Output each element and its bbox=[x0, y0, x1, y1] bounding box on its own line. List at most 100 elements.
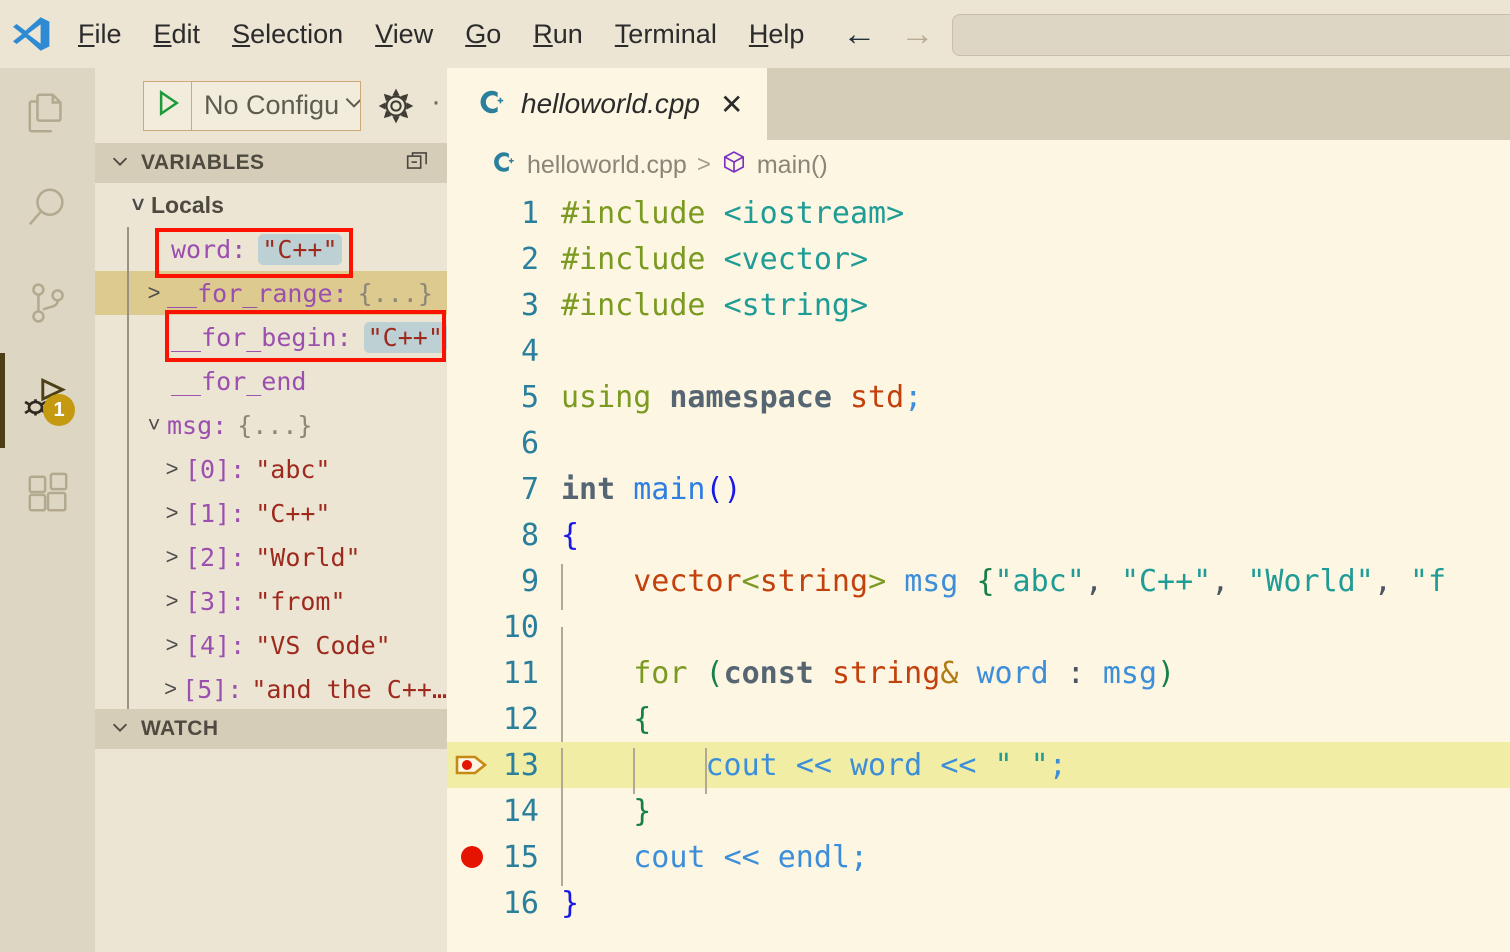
chevron-right-icon[interactable]: ˃ bbox=[159, 588, 185, 614]
line-text: #include <vector> bbox=[561, 241, 869, 277]
line-text: #include <string> bbox=[561, 287, 869, 323]
line-number: 1 bbox=[520, 195, 539, 231]
code-line-5[interactable]: 5 using namespace std; bbox=[447, 374, 1510, 420]
variable-row-msg-2[interactable]: ˃ [2]: "World" bbox=[95, 535, 447, 579]
code-line-11[interactable]: 11 for (const string& word : msg) bbox=[447, 650, 1510, 702]
variable-row-msg[interactable]: ˅ msg: {...} bbox=[95, 403, 447, 447]
code-line-15[interactable]: 15 cout << endl; bbox=[447, 834, 1510, 886]
chevron-right-icon[interactable]: ˃ bbox=[159, 544, 185, 570]
section-title: VARIABLES bbox=[141, 151, 265, 174]
debug-sidebar: No Configu · VARIABLES ˅ Locals word: "C… bbox=[95, 68, 447, 952]
variable-row-msg-0[interactable]: ˃ [0]: "abc" bbox=[95, 447, 447, 491]
start-debugging-button[interactable] bbox=[144, 81, 192, 130]
chevron-down-icon[interactable]: ˅ bbox=[141, 412, 167, 438]
arrow-left-icon[interactable]: ← bbox=[842, 17, 876, 51]
variable-row-for-begin[interactable]: __for_begin: "C++" bbox=[95, 315, 447, 359]
variable-value: "C++" bbox=[258, 233, 342, 265]
chevron-right-icon[interactable]: ˃ bbox=[159, 456, 185, 482]
title-bar: File Edit Selection View Go Run Terminal… bbox=[0, 0, 1510, 68]
variable-name: [3]: bbox=[185, 586, 246, 616]
code-line-9[interactable]: 9 vector<string> msg {"abc", "C++", "Wor… bbox=[447, 558, 1510, 610]
arrow-right-icon[interactable]: → bbox=[900, 17, 934, 51]
indent-guide bbox=[127, 315, 129, 359]
chevron-right-icon[interactable]: ˃ bbox=[141, 280, 167, 306]
chevron-right-icon[interactable]: ˃ bbox=[159, 632, 185, 658]
activity-item-run-and-debug[interactable]: 1 bbox=[0, 353, 95, 448]
line-number: 9 bbox=[520, 563, 539, 599]
code-line-8[interactable]: 8 { bbox=[447, 512, 1510, 558]
code-line-7[interactable]: 7 int main() bbox=[447, 466, 1510, 512]
code-line-10[interactable]: 10 bbox=[447, 604, 1510, 673]
variable-value: {...} bbox=[357, 278, 433, 308]
menu-item-edit[interactable]: Edit bbox=[138, 14, 217, 54]
ellipsis-icon[interactable]: · bbox=[431, 87, 441, 117]
menu-item-go[interactable]: Go bbox=[449, 14, 517, 54]
debug-config-label-group[interactable]: No Configu bbox=[192, 89, 360, 122]
variable-name: __for_begin: bbox=[171, 322, 352, 352]
code-content[interactable]: 1 #include <iostream> 2 #include <vector… bbox=[447, 190, 1510, 926]
line-number: 14 bbox=[502, 793, 539, 829]
indent-guide bbox=[127, 535, 129, 579]
indent-guide bbox=[127, 623, 129, 667]
breadcrumb-file[interactable]: helloworld.cpp bbox=[527, 151, 687, 180]
code-line-4[interactable]: 4 bbox=[447, 328, 1510, 374]
variable-name: word: bbox=[171, 234, 247, 264]
search-icon bbox=[25, 185, 71, 236]
menu-item-selection[interactable]: Selection bbox=[216, 14, 359, 54]
variable-value: {...} bbox=[237, 410, 313, 440]
variable-row-msg-5[interactable]: ˃ [5]: "and the C++… bbox=[95, 667, 447, 709]
variables-tree[interactable]: ˅ Locals word: "C++" ˃ __for_range: {...… bbox=[95, 183, 447, 709]
debug-toolbar: No Configu · bbox=[95, 68, 447, 143]
section-header-watch[interactable]: WATCH bbox=[95, 709, 447, 749]
variable-row-word[interactable]: word: "C++" bbox=[95, 227, 447, 271]
collapse-all-icon[interactable] bbox=[405, 148, 431, 179]
line-number: 11 bbox=[502, 655, 539, 691]
activity-item-source-control[interactable] bbox=[0, 258, 95, 353]
scope-label: Locals bbox=[151, 191, 224, 218]
code-line-12[interactable]: 12 { bbox=[447, 696, 1510, 748]
menu-item-run[interactable]: Run bbox=[517, 14, 599, 54]
variable-row-msg-4[interactable]: ˃ [4]: "VS Code" bbox=[95, 623, 447, 667]
code-line-3[interactable]: 3 #include <string> bbox=[447, 282, 1510, 328]
menu-item-terminal[interactable]: Terminal bbox=[599, 14, 733, 54]
variable-name: [5]: bbox=[182, 674, 243, 704]
variable-row-msg-1[interactable]: ˃ [1]: "C++" bbox=[95, 491, 447, 535]
breakpoint-marker[interactable] bbox=[451, 834, 493, 880]
activity-item-extensions[interactable] bbox=[0, 448, 95, 543]
tab-helloworld-cpp[interactable]: helloworld.cpp ✕ bbox=[447, 68, 768, 140]
search-input[interactable]: pro bbox=[952, 14, 1510, 56]
code-line-16[interactable]: 16 } bbox=[447, 880, 1510, 926]
line-text: cout << word << " "; bbox=[555, 747, 1067, 794]
indent-guide bbox=[127, 447, 129, 491]
chevron-right-icon[interactable]: ˃ bbox=[159, 676, 182, 702]
activity-item-explorer[interactable] bbox=[0, 68, 95, 163]
watch-body[interactable] bbox=[95, 749, 447, 889]
debug-badge: 1 bbox=[43, 394, 75, 426]
code-line-14[interactable]: 14 } bbox=[447, 788, 1510, 840]
menu-item-file[interactable]: File bbox=[62, 14, 138, 54]
variable-row-for-range[interactable]: ˃ __for_range: {...} bbox=[95, 271, 447, 315]
gear-icon[interactable] bbox=[375, 85, 417, 127]
code-line-1[interactable]: 1 #include <iostream> bbox=[447, 190, 1510, 236]
line-text: for (const string& word : msg) bbox=[555, 655, 1175, 702]
current-execution-marker[interactable] bbox=[451, 742, 493, 788]
line-number: 12 bbox=[502, 701, 539, 737]
vscode-logo-icon bbox=[0, 0, 62, 68]
debug-configuration-select[interactable]: No Configu bbox=[143, 80, 361, 131]
variable-row-msg-3[interactable]: ˃ [3]: "from" bbox=[95, 579, 447, 623]
code-line-2[interactable]: 2 #include <vector> bbox=[447, 236, 1510, 282]
variable-row-for-end[interactable]: __for_end bbox=[95, 359, 447, 403]
code-line-13[interactable]: 13 cout << word << " "; bbox=[447, 742, 1510, 794]
close-icon[interactable]: ✕ bbox=[714, 88, 749, 121]
menu-item-help[interactable]: Help bbox=[733, 14, 821, 54]
chevron-down-icon[interactable]: ˅ bbox=[125, 192, 151, 218]
breadcrumb-symbol[interactable]: main() bbox=[757, 151, 828, 180]
variables-scope-locals[interactable]: ˅ Locals bbox=[95, 183, 447, 227]
section-header-variables[interactable]: VARIABLES bbox=[95, 143, 447, 183]
menu-item-view[interactable]: View bbox=[359, 14, 449, 54]
chevron-right-icon[interactable]: ˃ bbox=[159, 500, 185, 526]
code-line-6[interactable]: 6 bbox=[447, 420, 1510, 466]
activity-item-search[interactable] bbox=[0, 163, 95, 258]
line-number: 5 bbox=[520, 379, 539, 415]
variable-value: "C++" bbox=[363, 321, 447, 353]
